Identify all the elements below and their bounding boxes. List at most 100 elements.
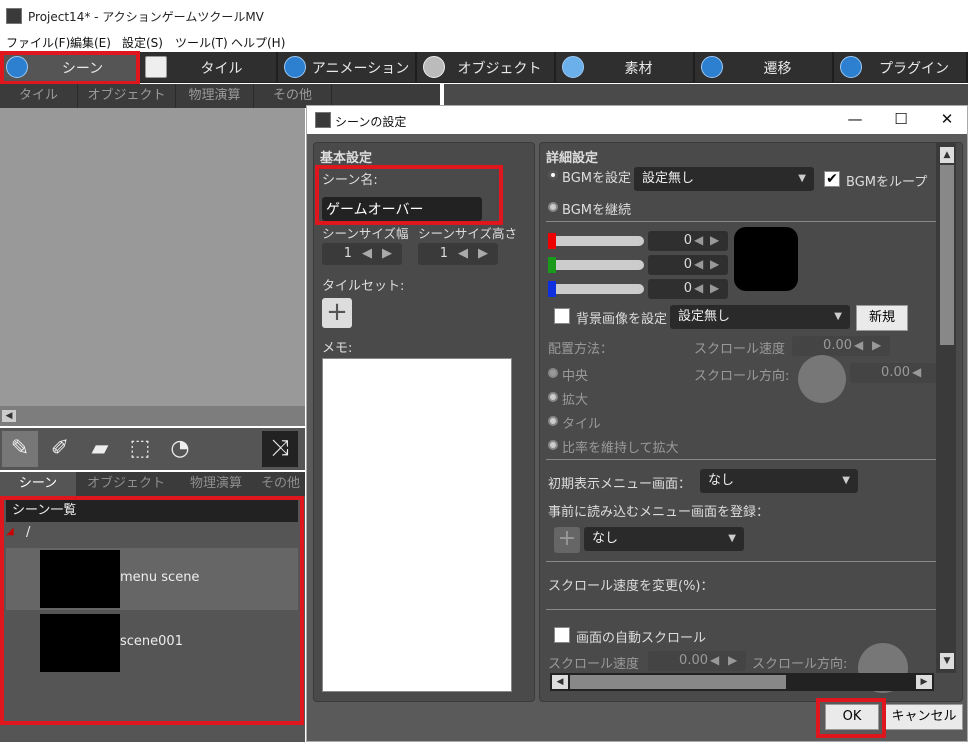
tile-palette-area[interactable] [0,108,305,406]
menu-tools[interactable]: ツール(T) [175,34,228,51]
tab-transition[interactable]: 遷移 [695,52,834,82]
placement-keep-ratio-radio[interactable] [548,440,558,450]
bgm-select[interactable]: 設定無し ▼ [634,167,814,191]
increment-icon[interactable]: ▶ [872,338,881,352]
scene-list-item[interactable]: scene001 [6,612,298,674]
menu-edit[interactable]: 編集(E) [70,34,111,51]
placement-center-radio[interactable] [548,368,558,378]
subtab-physics[interactable]: 物理演算 [176,84,254,108]
blue-value-spinner[interactable]: 0 ◀ ▶ [648,279,728,299]
increment-icon[interactable]: ▶ [710,281,719,295]
initial-menu-select[interactable]: なし ▼ [700,469,858,493]
scroll-direction-dial[interactable] [798,355,846,403]
decrement-icon[interactable]: ◀ [710,653,719,667]
bgm-continue-radio[interactable] [548,202,558,212]
scroll-down-icon[interactable]: ▼ [940,653,954,669]
increment-icon[interactable]: ▶ [710,233,719,247]
tab-resource[interactable]: 素材 [556,52,695,82]
red-value-spinner[interactable]: 0 ◀ ▶ [648,231,728,251]
btab-physics[interactable]: 物理演算 [176,472,256,496]
paint-tool-icon[interactable]: ✐ [42,431,78,467]
tab-object[interactable]: オブジェクト [417,52,556,82]
subtab-object[interactable]: オブジェクト [78,84,176,108]
random-tool-icon[interactable]: ⤨ [262,431,298,467]
eraser-tool-icon[interactable]: ▰ [82,431,118,467]
memo-textarea[interactable] [322,358,512,692]
scroll-direction-spinner[interactable]: 0.00 ◀ [850,363,936,383]
increment-icon[interactable]: ▶ [710,257,719,271]
scene-name-input[interactable] [322,197,482,221]
cancel-button[interactable]: キャンセル [885,704,963,730]
pencil-tool-icon[interactable]: ✎ [2,431,38,467]
tab-tile[interactable]: タイル [139,52,278,82]
scroll-left-icon[interactable]: ◀ [552,675,568,689]
red-slider-handle[interactable] [548,233,556,249]
tab-label: 遷移 [763,61,792,77]
increment-icon[interactable]: ▶ [478,246,488,261]
tab-scene[interactable]: シーン [0,52,139,82]
btab-scene[interactable]: シーン [0,472,76,496]
blue-slider-handle[interactable] [548,281,556,297]
maximize-icon[interactable]: ☐ [886,110,916,128]
close-icon[interactable]: ✕ [932,110,962,128]
menu-file[interactable]: ファイル(F) [6,34,70,51]
auto-scroll-speed-spinner[interactable]: 0.00 ◀ ▶ [648,651,746,671]
scroll-left-icon[interactable]: ◀ [2,410,16,422]
add-tileset-button[interactable]: + [322,298,352,328]
placement-expand-radio[interactable] [548,392,558,402]
folder-expand-icon[interactable]: ◢ [6,526,14,537]
height-value: 1 [439,246,448,261]
bg-image-select[interactable]: 設定無し ▼ [670,305,850,329]
folder-row[interactable]: ◢ / [6,524,298,544]
bgm-set-radio[interactable] [548,170,558,180]
decrement-icon[interactable]: ◀ [694,281,703,295]
auto-scroll-speed-value: 0.00 [679,653,708,668]
tab-plugin[interactable]: プラグイン [834,52,968,82]
horizontal-scrollbar[interactable]: ◀ [0,406,305,426]
bg-image-checkbox[interactable]: ✔ [554,308,570,324]
preload-menu-select[interactable]: なし ▼ [584,527,744,551]
increment-icon[interactable]: ▶ [382,246,392,261]
horizontal-scrollbar-thumb[interactable] [570,675,786,689]
red-slider[interactable] [548,233,644,249]
fill-tool-icon[interactable]: ◔ [162,431,198,467]
new-button[interactable]: 新規 [856,305,908,331]
add-preload-menu-button[interactable]: + [554,527,580,553]
minimize-icon[interactable]: — [840,110,870,128]
decrement-icon[interactable]: ◀ [694,233,703,247]
btab-other[interactable]: その他 [256,472,305,496]
btab-object[interactable]: オブジェクト [76,472,176,496]
scroll-right-icon[interactable]: ▶ [916,675,932,689]
scroll-up-icon[interactable]: ▲ [940,147,954,163]
select-tool-icon[interactable]: ⬚ [122,431,158,467]
decrement-icon[interactable]: ◀ [854,338,863,352]
menu-settings[interactable]: 設定(S) [122,34,163,51]
chevron-down-icon: ▼ [798,173,806,184]
width-spinner[interactable]: 1 ◀ ▶ [322,243,402,265]
bgm-loop-checkbox[interactable]: ✔ [824,171,840,187]
tab-animation[interactable]: アニメーション [278,52,417,82]
green-slider-handle[interactable] [548,257,556,273]
scroll-speed-spinner[interactable]: 0.00 ◀ ▶ [792,336,890,356]
blue-slider[interactable] [548,281,644,297]
height-spinner[interactable]: 1 ◀ ▶ [418,243,498,265]
green-slider[interactable] [548,257,644,273]
increment-icon[interactable]: ▶ [728,653,737,667]
decrement-icon[interactable]: ◀ [912,365,921,379]
placement-tile-radio[interactable] [548,416,558,426]
bgm-continue-label: BGMを継続 [562,203,631,218]
decrement-icon[interactable]: ◀ [694,257,703,271]
vertical-scrollbar-thumb[interactable] [940,165,954,345]
auto-scroll-checkbox[interactable]: ✔ [554,627,570,643]
subtab-tile[interactable]: タイル [0,84,78,108]
initial-menu-value: なし [708,473,735,488]
scene-thumbnail [40,550,120,608]
menu-help[interactable]: ヘルプ(H) [231,34,285,51]
scene-list-item[interactable]: menu scene [6,548,298,610]
ok-button[interactable]: OK [825,704,879,730]
green-value-spinner[interactable]: 0 ◀ ▶ [648,255,728,275]
decrement-icon[interactable]: ◀ [362,246,372,261]
decrement-icon[interactable]: ◀ [458,246,468,261]
resource-icon [562,56,584,78]
preload-menu-value: なし [592,531,619,546]
